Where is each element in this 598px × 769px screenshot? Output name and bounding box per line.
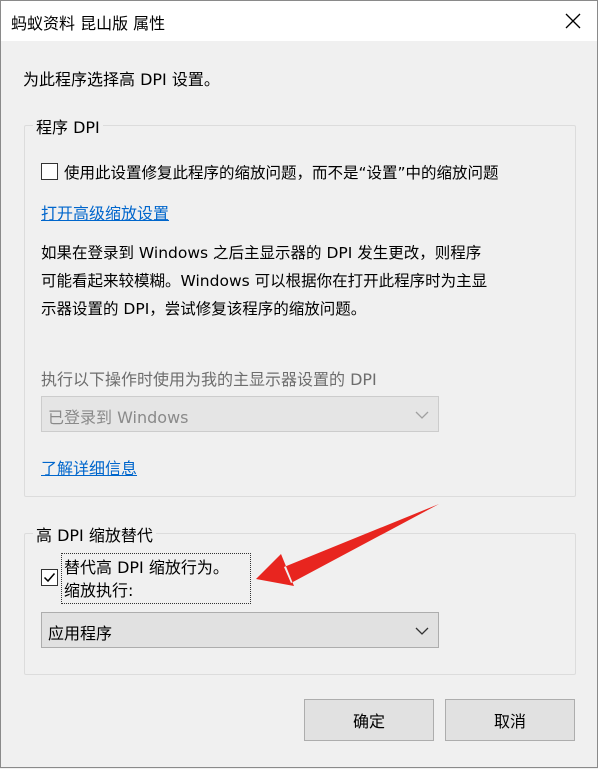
chevron-down-icon (415, 411, 429, 419)
dpi-select-label: 执行以下操作时使用为我的主显示器设置的 DPI (41, 370, 377, 389)
intro-text: 为此程序选择高 DPI 设置。 (23, 70, 220, 89)
ok-button[interactable]: 确定 (304, 699, 434, 741)
override-checkbox-label[interactable]: 替代高 DPI 缩放行为。 缩放执行: (61, 553, 251, 604)
program-dpi-checkbox-label[interactable]: 使用此设置修复此程序的缩放问题，而不是“设置”中的缩放问题 (64, 161, 499, 183)
program-dpi-legend: 程序 DPI (33, 114, 103, 138)
close-icon (565, 13, 581, 29)
scaling-performed-by-select[interactable]: 应用程序 (41, 612, 439, 648)
program-dpi-checkbox[interactable] (41, 163, 58, 180)
window-title: 蚂蚁资料 昆山版 属性 (11, 14, 166, 33)
title-bar: 蚂蚁资料 昆山版 属性 (1, 1, 597, 41)
dpi-trigger-value: 已登录到 Windows (48, 408, 189, 427)
scaling-performed-by-value: 应用程序 (48, 624, 113, 643)
learn-more-link[interactable]: 了解详细信息 (41, 455, 137, 479)
override-label-line-1: 替代高 DPI 缩放行为。 (64, 558, 229, 577)
ok-button-label: 确定 (352, 712, 385, 731)
close-button[interactable] (549, 1, 597, 41)
advanced-scaling-link[interactable]: 打开高级缩放设置 (41, 200, 169, 224)
cancel-button-label: 取消 (493, 712, 526, 731)
description-line-3: 示器设置的 DPI，尝试修复该程序的缩放问题。 (41, 300, 367, 318)
description-line-1: 如果在登录到 Windows 之后主显示器的 DPI 发生更改，则程序 (41, 244, 482, 262)
cancel-button[interactable]: 取消 (445, 699, 575, 741)
high-dpi-override-legend: 高 DPI 缩放替代 (33, 522, 156, 546)
checkmark-icon (43, 573, 56, 583)
override-checkbox[interactable] (41, 569, 58, 586)
description-line-2: 可能看起来较模糊。Windows 可以根据你在打开此程序时为主显 (41, 272, 488, 290)
properties-dialog: 蚂蚁资料 昆山版 属性 为此程序选择高 DPI 设置。 程序 DPI 使用此设置… (0, 0, 598, 768)
override-label-line-2: 缩放执行: (64, 581, 134, 600)
dpi-trigger-select[interactable]: 已登录到 Windows (41, 396, 439, 432)
chevron-down-icon (415, 627, 429, 635)
